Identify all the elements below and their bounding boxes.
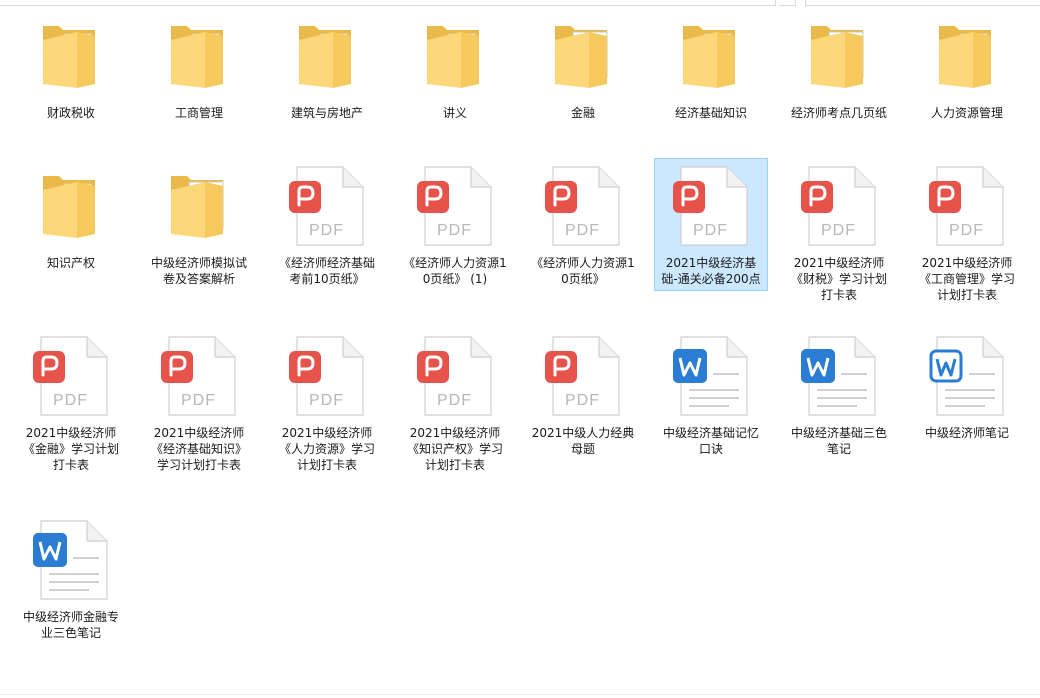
file-name-label: 经济师考点几页纸 xyxy=(790,106,887,120)
folder-with-pdf-icon: PDF xyxy=(791,11,887,101)
file-name-label: 讲义 xyxy=(442,106,467,120)
word-file-icon xyxy=(23,515,119,605)
file-explorer-window: 财政税收 工商管理 建筑与房地产 讲义 金融 经济基础知识 经济师考点几页纸 人… xyxy=(0,0,1040,698)
file-name-label: 中级经济师笔记 xyxy=(924,426,1009,440)
folder-icon xyxy=(279,11,375,101)
folder-icon xyxy=(23,11,119,101)
file-name-label: 《经济师人力资源10页纸》 xyxy=(531,256,635,286)
file-name-label: 《经济师人力资源10页纸》 (1) xyxy=(403,256,507,286)
file-item[interactable]: 中级经济基础记忆口诀 xyxy=(654,328,768,461)
file-name-label: 金融 xyxy=(570,106,595,120)
file-item[interactable]: PDF 2021中级经济师《人力资源》学习计划打卡表 xyxy=(270,328,384,477)
file-name-label: 2021中级经济师《知识产权》学习计划打卡表 xyxy=(406,426,503,472)
file-name-label: 工商管理 xyxy=(174,106,223,120)
file-item[interactable]: 中级经济基础三色笔记 xyxy=(782,328,896,461)
toolbar-edge xyxy=(0,0,1040,6)
file-name-label: 建筑与房地产 xyxy=(290,106,363,120)
svg-text:PDF: PDF xyxy=(565,222,600,239)
file-item[interactable]: PDF 2021中级人力经典母题 xyxy=(526,328,640,461)
file-item[interactable]: PDF 《经济师人力资源10页纸》 xyxy=(526,158,640,291)
file-item[interactable]: PDF 2021中级经济师《知识产权》学习计划打卡表 xyxy=(398,328,512,477)
file-name-label: 2021中级经济师《经济基础知识》学习计划打卡表 xyxy=(150,426,247,472)
file-name-label: 《经济师经济基础考前10页纸》 xyxy=(278,256,375,286)
file-name-label: 人力资源管理 xyxy=(930,106,1003,120)
pdf-file-icon: PDF xyxy=(535,331,631,421)
folder-icon xyxy=(407,11,503,101)
pdf-file-icon: PDF xyxy=(791,161,887,251)
folder-icon xyxy=(919,11,1015,101)
file-item[interactable]: PDF 中级经济师模拟试卷及答案解析 xyxy=(142,158,256,291)
svg-text:PDF: PDF xyxy=(53,392,88,409)
file-item[interactable]: PDF 2021中级经济师《经济基础知识》学习计划打卡表 xyxy=(142,328,256,477)
svg-text:PDF: PDF xyxy=(181,392,216,409)
pdf-file-icon: PDF xyxy=(279,161,375,251)
file-item[interactable]: PDF 《经济师人力资源10页纸》 (1) xyxy=(398,158,512,291)
file-item[interactable]: PDF 2021中级经济师《工商管理》学习计划打卡表 xyxy=(910,158,1024,307)
file-item[interactable]: PDF 经济师考点几页纸 xyxy=(782,8,896,125)
svg-text:PDF: PDF xyxy=(821,222,856,239)
file-item[interactable]: 财政税收 xyxy=(14,8,128,125)
pdf-file-icon: PDF xyxy=(151,331,247,421)
word-file-icon xyxy=(791,331,887,421)
pdf-file-icon: PDF xyxy=(919,161,1015,251)
folder-with-document-icon xyxy=(535,11,631,101)
svg-text:PDF: PDF xyxy=(309,222,344,239)
pdf-file-icon: PDF xyxy=(407,161,503,251)
file-name-label: 2021中级经济师《人力资源》学习计划打卡表 xyxy=(278,426,375,472)
file-name-label: 中级经济师金融专业三色笔记 xyxy=(22,610,119,640)
file-name-label: 2021中级经济师《工商管理》学习计划打卡表 xyxy=(918,256,1015,302)
file-name-label: 经济基础知识 xyxy=(674,106,747,120)
address-dropdown-button[interactable] xyxy=(779,0,796,6)
file-item[interactable]: 知识产权 xyxy=(14,158,128,275)
file-name-label: 知识产权 xyxy=(46,256,95,270)
svg-text:PDF: PDF xyxy=(437,222,472,239)
folder-icon xyxy=(663,11,759,101)
file-item[interactable]: PDF 《经济师经济基础考前10页纸》 xyxy=(270,158,384,291)
folder-icon xyxy=(151,11,247,101)
folder-with-pdf-icon: PDF xyxy=(151,161,247,251)
file-item[interactable]: PDF 2021中级经济师《财税》学习计划打卡表 xyxy=(782,158,896,307)
file-item[interactable]: 讲义 xyxy=(398,8,512,125)
svg-text:PDF: PDF xyxy=(437,392,472,409)
file-item[interactable]: 经济基础知识 xyxy=(654,8,768,125)
word-file-icon xyxy=(663,331,759,421)
file-name-label: 中级经济基础三色笔记 xyxy=(790,426,887,456)
file-name-label: 2021中级经济师《财税》学习计划打卡表 xyxy=(790,256,887,302)
svg-text:PDF: PDF xyxy=(949,222,984,239)
svg-text:PDF: PDF xyxy=(309,392,344,409)
file-name-label: 2021中级人力经典母题 xyxy=(531,426,635,456)
pdf-file-icon: PDF xyxy=(23,331,119,421)
file-item[interactable]: 中级经济师金融专业三色笔记 xyxy=(14,512,128,645)
pdf-file-icon: PDF xyxy=(279,331,375,421)
pdf-file-icon: PDF xyxy=(663,161,759,251)
file-name-label: 2021中级经济师《金融》学习计划打卡表 xyxy=(22,426,119,472)
pdf-file-icon: PDF xyxy=(535,161,631,251)
folder-icon xyxy=(23,161,119,251)
file-name-label: 中级经济师模拟试卷及答案解析 xyxy=(150,256,247,286)
pdf-file-icon: PDF xyxy=(407,331,503,421)
file-item[interactable]: 建筑与房地产 xyxy=(270,8,384,125)
word-file-icon xyxy=(919,331,1015,421)
file-name-label: 财政税收 xyxy=(46,106,95,120)
file-item[interactable]: 人力资源管理 xyxy=(910,8,1024,125)
address-bar[interactable] xyxy=(0,0,776,6)
search-box[interactable] xyxy=(805,0,1040,6)
file-name-label: 中级经济基础记忆口诀 xyxy=(662,426,759,456)
file-item[interactable]: 中级经济师笔记 xyxy=(910,328,1024,445)
file-item[interactable]: PDF 2021中级经济基础-通关必备200点 xyxy=(654,158,768,291)
svg-text:PDF: PDF xyxy=(565,392,600,409)
status-divider xyxy=(0,694,1040,695)
file-item[interactable]: PDF 2021中级经济师《金融》学习计划打卡表 xyxy=(14,328,128,477)
file-item[interactable]: 工商管理 xyxy=(142,8,256,125)
file-item[interactable]: 金融 xyxy=(526,8,640,125)
svg-text:PDF: PDF xyxy=(693,222,728,239)
file-name-label: 2021中级经济基础-通关必备200点 xyxy=(661,256,761,286)
